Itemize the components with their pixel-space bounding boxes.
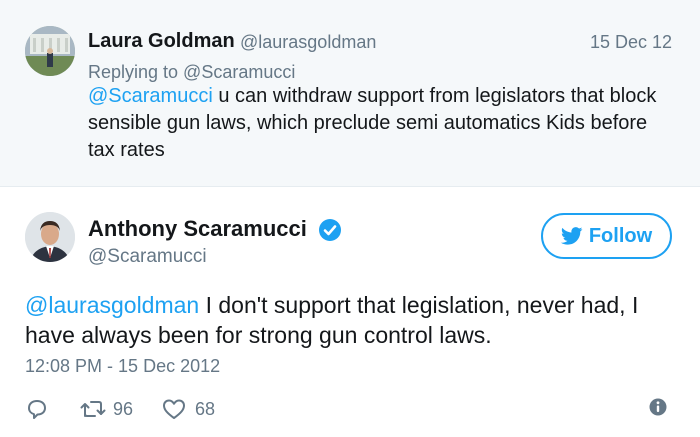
reply-button[interactable] <box>25 397 49 421</box>
reply-date[interactable]: 15 Dec 12 <box>590 32 672 53</box>
like-count: 68 <box>195 398 216 419</box>
info-icon[interactable] <box>649 398 667 416</box>
follow-label: Follow <box>588 224 653 247</box>
avatar[interactable] <box>25 26 75 76</box>
avatar-image <box>25 212 75 262</box>
reply-author-name[interactable]: Laura Goldman <box>88 30 235 53</box>
reply-author-handle[interactable]: @laurasgoldman <box>240 32 376 53</box>
heart-icon <box>163 399 185 419</box>
reply-tweet: Laura Goldman @laurasgoldman 15 Dec 12 R… <box>0 0 700 187</box>
verified-icon <box>319 219 341 241</box>
like-button[interactable]: 68 <box>161 397 215 421</box>
avatar-image <box>25 26 75 76</box>
retweet-count: 96 <box>113 398 134 419</box>
retweet-icon <box>80 401 106 417</box>
reply-text: @Scaramucci u can withdraw support from … <box>88 83 673 164</box>
tweet-mention-link[interactable]: @laurasgoldman <box>25 292 199 318</box>
reply-icon <box>28 400 46 419</box>
avatar[interactable] <box>25 212 75 262</box>
tweet-author-name[interactable]: Anthony Scaramucci <box>88 216 307 242</box>
replying-to-label: Replying to @Scaramucci <box>88 62 296 82</box>
twitter-bird-icon <box>560 227 583 245</box>
retweet-button[interactable]: 96 <box>79 397 133 421</box>
reply-mention-link[interactable]: @Scaramucci <box>88 85 213 107</box>
follow-button[interactable]: Follow <box>541 213 672 259</box>
tweet-text: @laurasgoldman I don't support that legi… <box>25 290 675 350</box>
tweet-timestamp[interactable]: 12:08 PM - 15 Dec 2012 <box>25 356 220 377</box>
tweet-author-handle[interactable]: @Scaramucci <box>88 246 207 268</box>
